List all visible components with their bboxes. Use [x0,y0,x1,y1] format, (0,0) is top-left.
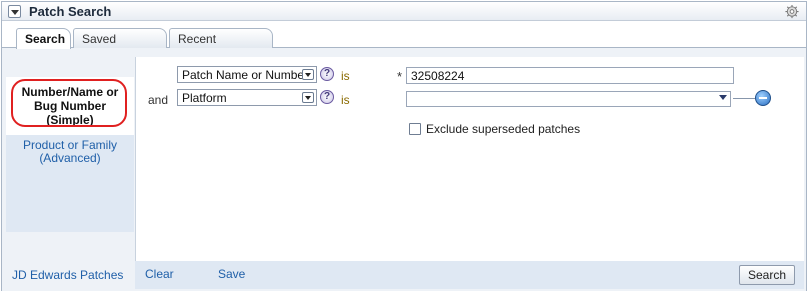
panel-header: Patch Search [2,2,806,21]
help-icon[interactable]: ? [320,90,334,104]
criteria-field-select-1[interactable]: Patch Name or Number [177,66,317,83]
chevron-down-icon [302,69,314,80]
clear-button[interactable]: Clear [145,267,174,281]
required-marker: * [397,69,403,84]
criteria-field-select-2[interactable]: Platform [177,89,317,106]
criteria-field-value-1: Patch Name or Number [182,68,309,82]
remove-row-icon[interactable] [755,90,771,106]
panel-title: Patch Search [29,4,112,19]
tab-search-label: Search [25,32,66,46]
patch-number-input[interactable]: 32508224 [406,67,734,84]
search-mode-nav: Number/Name or Bug Number (Simple) Produ… [6,77,134,232]
collapse-button[interactable] [8,5,21,18]
chevron-down-icon [719,95,727,100]
help-icon[interactable]: ? [320,67,334,81]
patch-number-value: 32508224 [411,69,465,83]
chevron-down-icon [302,92,314,103]
save-button[interactable]: Save [218,267,245,281]
operator-label-2: is [341,93,350,107]
operator-label-1: is [341,69,350,83]
jd-edwards-patches-link[interactable]: JD Edwards Patches [12,268,123,282]
nav-advanced-line2: (Advanced) [39,151,101,165]
nav-simple-line1: Number/Name or [21,85,119,99]
criteria-pane [135,57,804,261]
tab-recent-searches[interactable]: Recent Searches [169,28,273,60]
criteria-field-value-2: Platform [182,91,227,105]
nav-item-advanced[interactable]: Product or Family (Advanced) [6,139,134,165]
patch-search-panel: Patch Search Search Saved Searches Recen… [1,1,807,291]
exclude-superseded-checkbox[interactable] [409,123,421,135]
exclude-superseded-label: Exclude superseded patches [426,122,581,136]
nav-simple-line2: Bug Number [34,99,106,113]
nav-simple-line3: (Simple) [46,113,94,127]
conjunction-label: and [148,93,169,107]
tab-search[interactable]: Search [16,28,71,49]
row-connector [733,98,755,99]
platform-combobox[interactable] [406,91,731,107]
settings-gear-icon[interactable] [784,4,800,19]
nav-item-simple[interactable]: Number/Name or Bug Number (Simple) [6,77,134,135]
chevron-down-icon [11,10,19,15]
search-button[interactable]: Search [739,265,795,285]
tab-saved-searches[interactable]: Saved Searches [73,28,167,60]
search-button-label: Search [747,268,787,282]
